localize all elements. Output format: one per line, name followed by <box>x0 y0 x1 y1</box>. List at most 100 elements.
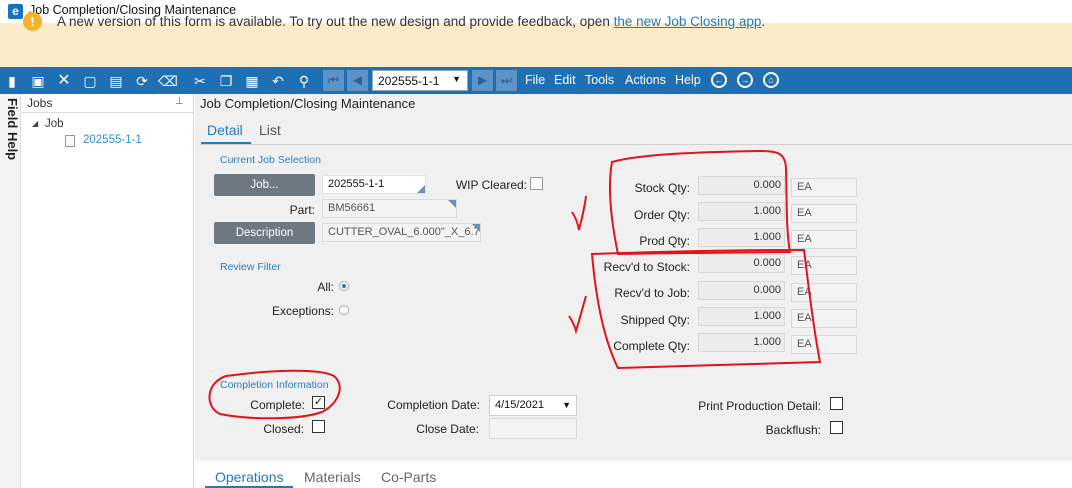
exceptions-radio[interactable] <box>339 305 349 315</box>
paste-icon[interactable]: ▦ <box>242 71 262 91</box>
part-label: Part: <box>289 203 315 217</box>
recvd-job-label: Recv'd to Job: <box>614 286 690 300</box>
complete-checkbox[interactable]: ✓ <box>312 396 325 409</box>
field-corner-marker <box>448 200 456 208</box>
closed-checkbox[interactable] <box>312 420 325 433</box>
section-current-job: Current Job Selection <box>220 154 321 166</box>
clipboard-icon <box>65 135 75 147</box>
forward-icon[interactable]: → <box>737 72 753 88</box>
banner-text: A new version of this form is available.… <box>57 14 614 29</box>
next-record-icon[interactable]: ▶ <box>472 70 493 91</box>
backflush-label: Backflush: <box>765 423 821 437</box>
all-radio[interactable] <box>339 281 349 291</box>
close-date-label: Close Date: <box>416 422 479 436</box>
new-icon[interactable]: ▢ <box>80 71 100 91</box>
description-button[interactable]: Description <box>214 222 315 244</box>
wip-cleared-label: WIP Cleared: <box>455 178 527 192</box>
refresh-icon[interactable]: ⟳ <box>132 71 152 91</box>
jobs-panel-title: Jobs <box>27 96 53 110</box>
description-value: CUTTER_OVAL_6.000"_X_6.75 <box>328 226 481 238</box>
complete-qty-uom: EA <box>791 335 857 354</box>
order-qty-uom: EA <box>791 204 857 223</box>
clear-icon[interactable]: ⌫ <box>158 71 178 91</box>
warning-icon: ! <box>23 12 42 31</box>
shipped-qty-field: 1.000 <box>698 307 785 326</box>
completion-date-input[interactable]: 4/15/2021 ▼ <box>489 395 577 416</box>
complete-label: Complete: <box>250 398 305 412</box>
completion-date-label: Completion Date: <box>387 398 480 412</box>
prod-qty-label: Prod Qty: <box>639 234 690 248</box>
chevron-down-icon[interactable]: ▼ <box>562 396 571 415</box>
field-corner-marker <box>417 185 425 193</box>
pin-icon[interactable]: ⊥ <box>175 96 184 107</box>
stock-qty-label: Stock Qty: <box>634 181 690 195</box>
menu-edit[interactable]: Edit <box>554 73 576 87</box>
tree-expand-icon[interactable]: ◢ <box>32 119 38 128</box>
tree-item-job[interactable]: 202555-1-1 <box>83 134 142 146</box>
first-record-icon[interactable]: ⏮ <box>323 70 344 91</box>
app-logo-icon: e <box>8 4 23 19</box>
menu-help[interactable]: Help <box>675 73 701 87</box>
part-value: BM56661 <box>328 202 376 214</box>
recvd-job-uom: EA <box>791 283 857 302</box>
recvd-stock-label: Recv'd to Stock: <box>603 260 690 274</box>
menu-actions[interactable]: Actions <box>625 73 666 87</box>
banner-message: A new version of this form is available.… <box>57 14 765 29</box>
recvd-job-field: 0.000 <box>698 281 785 300</box>
menu-file[interactable]: File <box>525 73 545 87</box>
shipped-qty-label: Shipped Qty: <box>620 313 690 327</box>
close-icon[interactable]: ✕ <box>54 71 74 91</box>
recvd-stock-field: 0.000 <box>698 254 785 273</box>
last-record-icon[interactable]: ⏭ <box>496 70 517 91</box>
tree-node-job[interactable]: Job <box>45 118 64 130</box>
print-icon[interactable]: ▤ <box>106 71 126 91</box>
closed-label: Closed: <box>263 422 304 436</box>
chevron-down-icon: ▼ <box>452 74 461 84</box>
section-completion: Completion Information <box>220 379 329 391</box>
cut-icon[interactable]: ✂ <box>190 71 210 91</box>
wip-cleared-checkbox[interactable] <box>530 177 543 190</box>
job-record-select[interactable]: 202555-1-1 ▼ <box>372 70 468 91</box>
stock-qty-uom: EA <box>791 178 857 197</box>
tool-icon[interactable]: ▮ <box>2 71 22 91</box>
divider <box>200 144 1072 145</box>
save-icon[interactable]: ▣ <box>28 71 48 91</box>
new-app-link[interactable]: the new Job Closing app <box>614 14 762 29</box>
divider <box>22 112 194 113</box>
undo-icon[interactable]: ↶ <box>268 71 288 91</box>
job-select-value: 202555-1-1 <box>378 74 440 88</box>
exceptions-label: Exceptions: <box>271 304 334 318</box>
home-icon[interactable]: ⌂ <box>763 72 779 88</box>
job-input-value: 202555-1-1 <box>328 178 385 190</box>
backflush-checkbox[interactable] <box>830 421 843 434</box>
copy-icon[interactable]: ❐ <box>216 71 236 91</box>
prod-qty-uom: EA <box>791 230 857 249</box>
tab-detail[interactable]: Detail <box>207 122 243 138</box>
banner-suffix: . <box>761 14 766 29</box>
field-help-tab[interactable]: Field Help <box>2 98 20 160</box>
order-qty-label: Order Qty: <box>633 208 690 222</box>
tab-co-parts[interactable]: Co-Parts <box>381 469 436 485</box>
prev-record-icon[interactable]: ◀ <box>347 70 368 91</box>
menu-tools[interactable]: Tools <box>585 73 614 87</box>
complete-qty-field: 1.000 <box>698 333 785 352</box>
jobs-tree-panel <box>22 94 194 488</box>
part-field: BM56661 <box>322 199 457 218</box>
toolbar: ▮ ▣ ✕ ▢ ▤ ⟳ ⌫ ✂ ❐ ▦ ↶ ⚲ ⏮ ◀ 202555-1-1 ▼… <box>0 67 1072 94</box>
description-field: CUTTER_OVAL_6.000"_X_6.75 <box>322 223 481 242</box>
field-corner-marker <box>472 224 480 232</box>
close-date-input <box>489 418 577 439</box>
job-button[interactable]: Job... <box>214 174 315 196</box>
back-icon[interactable]: ← <box>711 72 727 88</box>
tab-operations[interactable]: Operations <box>215 469 283 485</box>
complete-qty-label: Complete Qty: <box>613 339 690 353</box>
tab-list[interactable]: List <box>259 122 281 138</box>
job-input[interactable]: 202555-1-1 <box>322 175 426 194</box>
shipped-qty-uom: EA <box>791 309 857 328</box>
form-title: Job Completion/Closing Maintenance <box>200 96 416 111</box>
section-review-filter: Review Filter <box>220 261 281 273</box>
print-production-checkbox[interactable] <box>830 397 843 410</box>
search-icon[interactable]: ⚲ <box>294 71 314 91</box>
order-qty-field: 1.000 <box>698 202 785 221</box>
tab-materials[interactable]: Materials <box>304 469 361 485</box>
